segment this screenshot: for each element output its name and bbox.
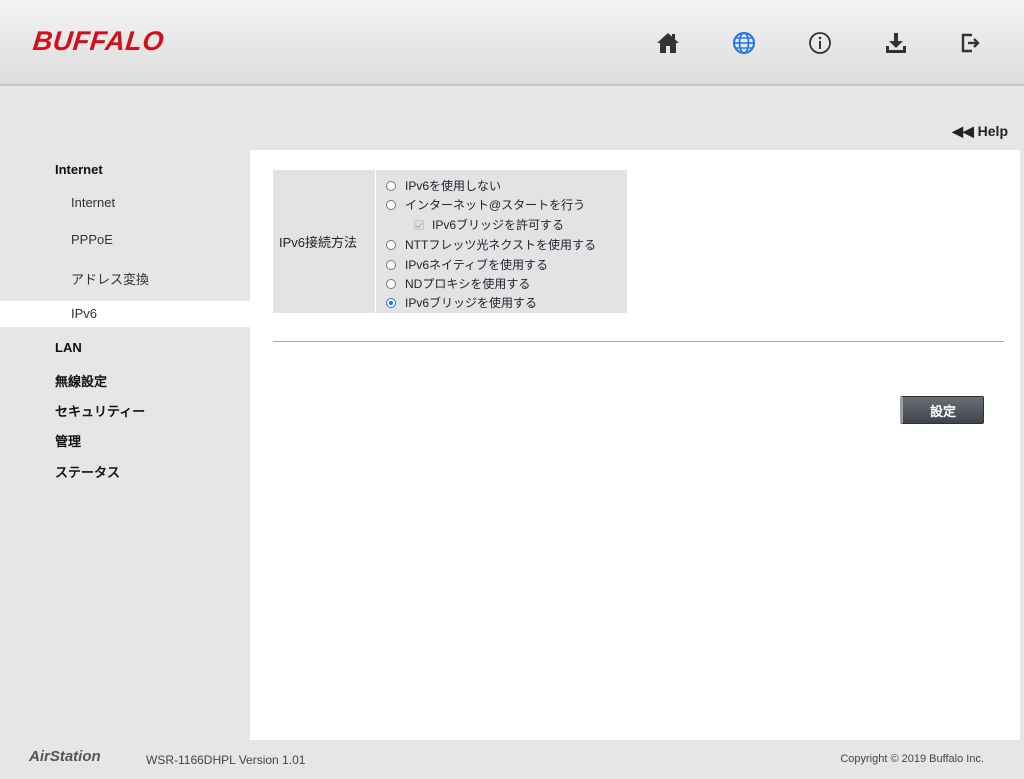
- option-nd-proxy[interactable]: NDプロキシを使用する: [386, 275, 530, 292]
- header-bar: BUFFALO: [0, 0, 1024, 86]
- sidebar-item-nat[interactable]: アドレス変換: [0, 269, 179, 288]
- radio-internet-start[interactable]: [386, 199, 396, 210]
- radio-ipv6-disabled[interactable]: [386, 180, 396, 191]
- ipv6-options: IPv6を使用しない インターネット@スタートを行う IPv6ブリッジを許可する…: [376, 170, 627, 313]
- apply-settings-button[interactable]: 設定: [900, 396, 984, 424]
- model-version: WSR-1166DHPL Version 1.01: [146, 753, 306, 767]
- sidebar-group-security[interactable]: セキュリティー: [0, 401, 145, 420]
- sidebar-group-admin[interactable]: 管理: [0, 431, 81, 450]
- sidebar-item-internet[interactable]: Internet: [0, 195, 179, 210]
- info-icon[interactable]: [807, 30, 833, 56]
- radio-ntt-flets-next[interactable]: [386, 239, 396, 250]
- help-toggle[interactable]: ◀◀ Help: [952, 123, 1008, 140]
- globe-icon[interactable]: [731, 30, 757, 56]
- ipv6-settings-table: IPv6接続方法 IPv6を使用しない インターネット@スタートを行う IPv6…: [273, 170, 627, 313]
- sidebar-group-lan[interactable]: LAN: [0, 340, 82, 355]
- download-icon[interactable]: [883, 30, 909, 56]
- logout-icon[interactable]: [958, 30, 984, 56]
- radio-nd-proxy[interactable]: [386, 278, 396, 289]
- option-ipv6-native[interactable]: IPv6ネイティブを使用する: [386, 256, 548, 273]
- buffalo-logo[interactable]: BUFFALO: [31, 26, 165, 57]
- option-internet-start[interactable]: インターネット@スタートを行う: [386, 196, 585, 213]
- option-ntt-flets-next[interactable]: NTTフレッツ光ネクストを使用する: [386, 236, 596, 253]
- checkbox-allow-ipv6-bridge[interactable]: [414, 219, 424, 230]
- sidebar-group-status[interactable]: ステータス: [0, 462, 120, 481]
- airstation-logo: AirStation: [29, 748, 101, 765]
- sidebar-item-ipv6[interactable]: IPv6: [0, 301, 250, 327]
- option-ipv6-bridge[interactable]: IPv6ブリッジを使用する: [386, 294, 537, 311]
- radio-ipv6-bridge[interactable]: [386, 297, 396, 308]
- option-ipv6-disabled[interactable]: IPv6を使用しない: [386, 177, 501, 194]
- content-panel: IPv6接続方法 IPv6を使用しない インターネット@スタートを行う IPv6…: [250, 150, 1020, 740]
- radio-ipv6-native[interactable]: [386, 259, 396, 270]
- sidebar-group-wireless[interactable]: 無線設定: [0, 371, 107, 390]
- option-allow-ipv6-bridge[interactable]: IPv6ブリッジを許可する: [414, 216, 564, 233]
- sidebar-item-pppoe[interactable]: PPPoE: [0, 232, 179, 247]
- sidebar-group-internet[interactable]: Internet: [0, 162, 103, 177]
- ipv6-connection-method-label: IPv6接続方法: [273, 170, 376, 313]
- home-icon[interactable]: [655, 30, 681, 56]
- section-divider: [273, 341, 1004, 342]
- copyright-text: Copyright © 2019 Buffalo Inc.: [840, 753, 984, 765]
